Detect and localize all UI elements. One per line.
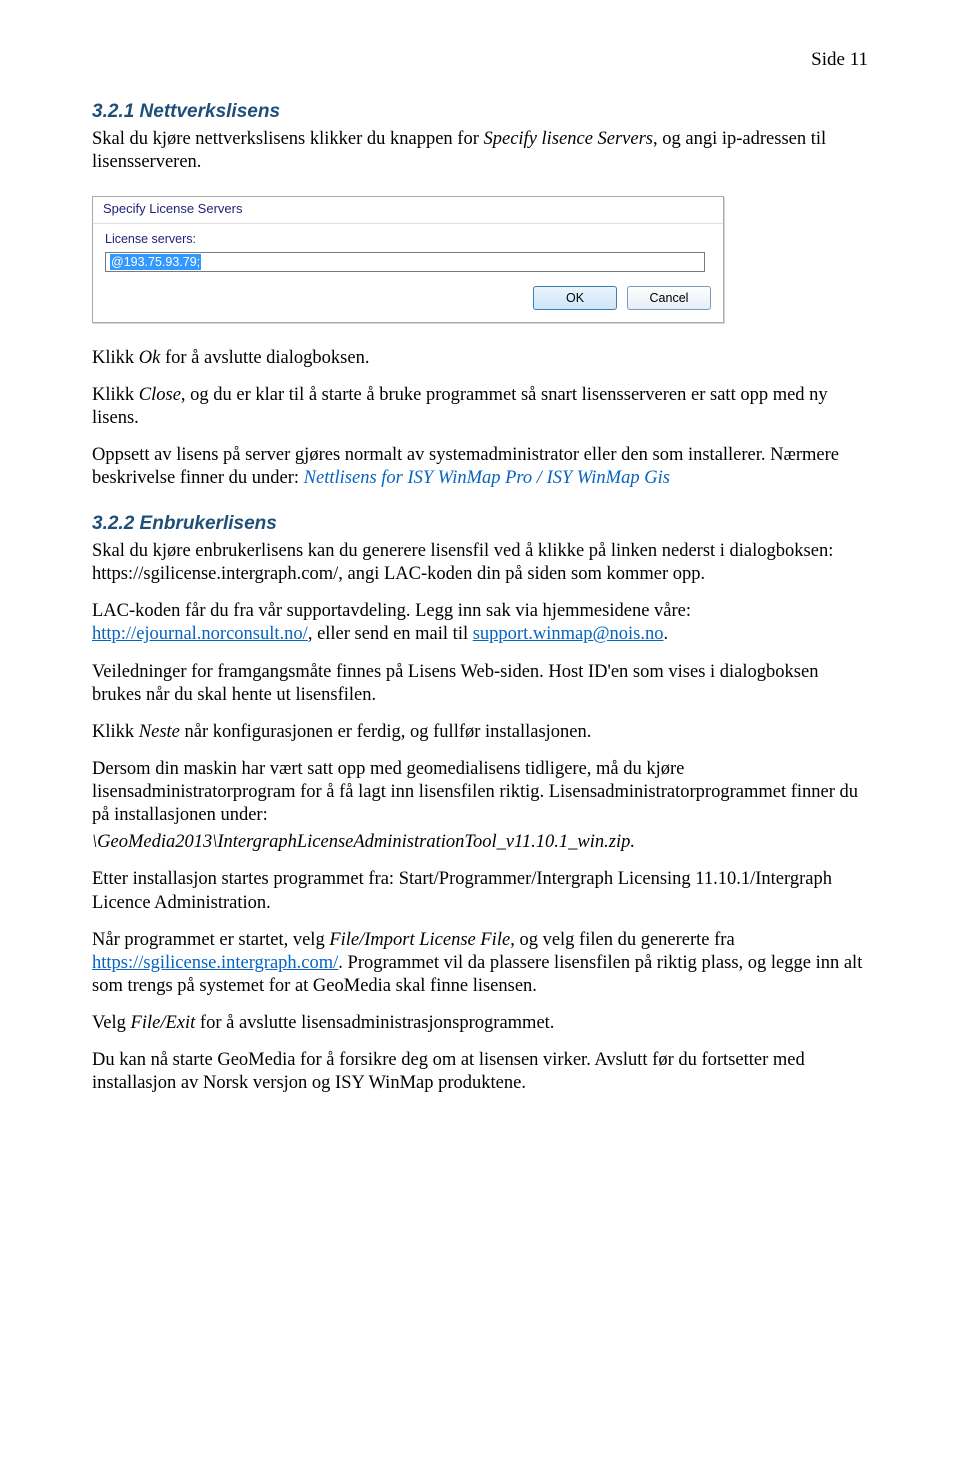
link-ejournal[interactable]: http://ejournal.norconsult.no/ [92, 624, 308, 644]
dialog-title: Specify License Servers [93, 197, 723, 224]
para-oppsett: Oppsett av lisens på server gjøres norma… [92, 444, 868, 490]
para-file-exit: Velg File/Exit for å avslutte lisensadmi… [92, 1012, 868, 1035]
heading-3-2-2: 3.2.2 Enbrukerlisens [92, 512, 868, 536]
text-italic: Neste [139, 722, 180, 742]
text: Klikk [92, 385, 139, 405]
text: Skal du kjøre nettverkslisens klikker du… [92, 129, 484, 149]
text: for å avslutte lisensadministrasjonsprog… [195, 1013, 554, 1033]
text: når konfigurasjonen er ferdig, og fullfø… [180, 722, 592, 742]
para-dersom: Dersom din maskin har vært satt opp med … [92, 758, 868, 827]
license-servers-input[interactable]: @193.75.93.79; [105, 252, 705, 272]
dialog-specify-license-servers: Specify License Servers License servers:… [92, 196, 724, 323]
text: , og velg filen du genererte fra [510, 930, 734, 950]
text-italic: File/Import License File [329, 930, 510, 950]
para-enbruker-intro: Skal du kjøre enbrukerlisens kan du gene… [92, 540, 868, 586]
dialog-body: License servers: @193.75.93.79; [93, 224, 723, 276]
cancel-button[interactable]: Cancel [627, 286, 711, 310]
dialog-button-row: OK Cancel [93, 276, 723, 322]
para-etter-install: Etter installasjon startes programmet fr… [92, 868, 868, 914]
text: , eller send en mail til [308, 624, 473, 644]
text-italic: File/Exit [131, 1013, 196, 1033]
para-import: Når programmet er startet, velg File/Imp… [92, 929, 868, 998]
text: Velg [92, 1013, 131, 1033]
text: , og du er klar til å starte å bruke pro… [92, 385, 828, 428]
text-italic: Specify lisence Servers [484, 129, 654, 149]
input-value: @193.75.93.79; [110, 254, 201, 270]
para-veiledning: Veiledninger for framgangsmåte finnes på… [92, 661, 868, 707]
text: Klikk [92, 348, 139, 368]
ok-button[interactable]: OK [533, 286, 617, 310]
text: for å avslutte dialogboksen. [160, 348, 369, 368]
para-zip-path: \GeoMedia2013\IntergraphLicenseAdministr… [92, 831, 868, 854]
para-lac: LAC-koden får du fra vår supportavdeling… [92, 600, 868, 646]
text: LAC-koden får du fra vår supportavdeling… [92, 601, 691, 621]
link-sgilicense[interactable]: https://sgilicense.intergraph.com/ [92, 953, 338, 973]
text-italic: Close [139, 385, 181, 405]
link-support-email[interactable]: support.winmap@nois.no [473, 624, 664, 644]
text: . [663, 624, 668, 644]
text-italic: \GeoMedia2013\IntergraphLicenseAdministr… [92, 832, 635, 852]
text: Klikk [92, 722, 139, 742]
heading-3-2-1: 3.2.1 Nettverkslisens [92, 100, 868, 124]
para-click-close: Klikk Close, og du er klar til å starte … [92, 384, 868, 430]
para-s1-intro: Skal du kjøre nettverkslisens klikker du… [92, 128, 868, 174]
para-start-geomedia: Du kan nå starte GeoMedia for å forsikre… [92, 1049, 868, 1095]
dialog-label-license-servers: License servers: [105, 232, 711, 248]
para-klikk-neste: Klikk Neste når konfigurasjonen er ferdi… [92, 721, 868, 744]
text: Når programmet er startet, velg [92, 930, 329, 950]
page-number: Side 11 [92, 48, 868, 72]
text-italic: Ok [139, 348, 161, 368]
link-nettlisens[interactable]: Nettlisens for ISY WinMap Pro / ISY WinM… [304, 468, 670, 488]
para-click-ok: Klikk Ok for å avslutte dialogboksen. [92, 347, 868, 370]
